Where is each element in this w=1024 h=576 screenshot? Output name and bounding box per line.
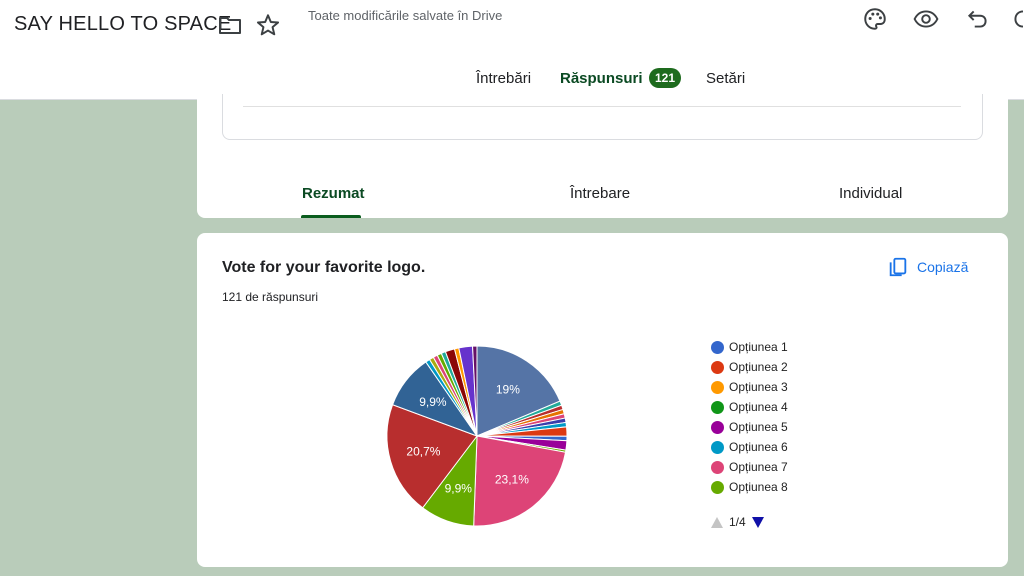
legend-item[interactable]: Opțiunea 1 bbox=[711, 339, 788, 355]
pie-slice-label: 20,7% bbox=[406, 445, 440, 459]
legend-color-dot bbox=[711, 340, 724, 354]
top-bar: SAY HELLO TO SPACE Toate modificările sa… bbox=[0, 0, 1024, 100]
legend-label: Opțiunea 2 bbox=[729, 360, 788, 374]
more-icon[interactable] bbox=[1010, 6, 1024, 32]
legend-label: Opțiunea 1 bbox=[729, 340, 788, 354]
star-icon[interactable] bbox=[255, 12, 281, 38]
pie-slice-label: 9,9% bbox=[419, 395, 447, 409]
pie-slice-label: 9,9% bbox=[445, 482, 473, 496]
subtab-individual[interactable]: Individual bbox=[839, 185, 902, 202]
pie-slice-label: 19% bbox=[496, 383, 520, 397]
legend-color-dot bbox=[711, 380, 724, 394]
save-status: Toate modificările salvate în Drive bbox=[308, 8, 503, 23]
legend-label: Opțiunea 6 bbox=[729, 440, 788, 454]
legend-previous-page-arrow[interactable] bbox=[711, 516, 723, 528]
response-count-badge: 121 bbox=[649, 68, 681, 88]
legend-item[interactable]: Opțiunea 6 bbox=[711, 439, 788, 455]
undo-icon[interactable] bbox=[965, 6, 991, 32]
copy-icon bbox=[889, 257, 907, 277]
legend-item[interactable]: Opțiunea 3 bbox=[711, 379, 788, 395]
legend-color-dot bbox=[711, 440, 724, 454]
previous-question-card bbox=[222, 94, 983, 140]
legend-item[interactable]: Opțiunea 5 bbox=[711, 419, 788, 435]
active-subtab-indicator bbox=[301, 215, 361, 218]
pie-chart: 19% 23,1% 9,9% 20,7% 9,9% bbox=[386, 345, 568, 527]
legend-label: Opțiunea 4 bbox=[729, 400, 788, 414]
legend-color-dot bbox=[711, 400, 724, 414]
subtab-summary[interactable]: Rezumat bbox=[302, 185, 365, 202]
palette-icon[interactable] bbox=[862, 6, 888, 32]
form-title[interactable]: SAY HELLO TO SPACE bbox=[14, 13, 231, 36]
summary-card: Rezumat Întrebare Individual bbox=[197, 94, 1008, 218]
legend-color-dot bbox=[711, 460, 724, 474]
legend-item[interactable]: Opțiunea 8 bbox=[711, 479, 788, 495]
question-response-count: 121 de răspunsuri bbox=[222, 290, 319, 304]
question-card: Vote for your favorite logo. 121 de răsp… bbox=[197, 233, 1008, 567]
legend-label: Opțiunea 7 bbox=[729, 460, 788, 474]
legend-item[interactable]: Opțiunea 4 bbox=[711, 399, 788, 415]
legend-label: Opțiunea 8 bbox=[729, 480, 788, 494]
tab-settings[interactable]: Setări bbox=[706, 70, 745, 87]
question-title: Vote for your favorite logo. bbox=[222, 259, 426, 276]
legend-page-indicator: 1/4 bbox=[729, 515, 746, 529]
legend-pager: 1/4 bbox=[711, 515, 764, 529]
legend-color-dot bbox=[711, 480, 724, 494]
tab-questions[interactable]: Întrebări bbox=[476, 70, 531, 87]
eye-icon[interactable] bbox=[913, 6, 939, 32]
legend-next-page-arrow[interactable] bbox=[751, 516, 764, 528]
legend-color-dot bbox=[711, 360, 724, 374]
subtab-question[interactable]: Întrebare bbox=[570, 185, 630, 202]
legend-label: Opțiunea 3 bbox=[729, 380, 788, 394]
copy-label: Copiază bbox=[917, 259, 969, 275]
legend-item[interactable]: Opțiunea 2 bbox=[711, 359, 788, 375]
divider bbox=[243, 106, 961, 107]
legend-item[interactable]: Opțiunea 7 bbox=[711, 459, 788, 475]
copy-chart-button[interactable]: Copiază bbox=[887, 254, 968, 280]
tab-responses[interactable]: Răspunsuri bbox=[560, 70, 643, 87]
folder-icon[interactable] bbox=[218, 14, 242, 36]
legend-label: Opțiunea 5 bbox=[729, 420, 788, 434]
pie-slice-label: 23,1% bbox=[495, 473, 529, 487]
legend-color-dot bbox=[711, 420, 724, 434]
